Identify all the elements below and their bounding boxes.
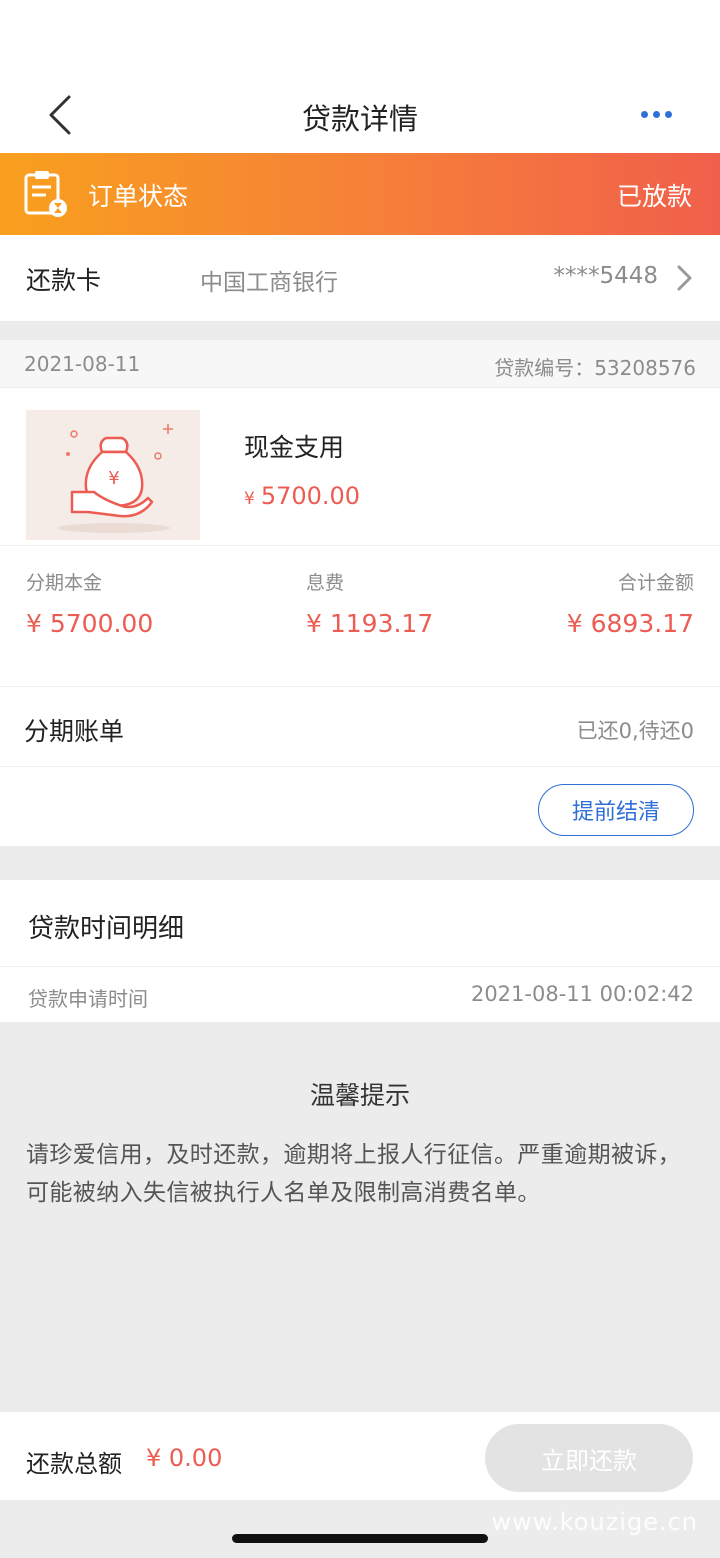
order-status-value: 已放款 [616, 182, 692, 211]
product-name: 现金支用 [244, 433, 345, 462]
watermark: www.kouzige.cn [491, 1508, 698, 1536]
divider [0, 766, 720, 767]
home-indicator[interactable] [232, 1534, 488, 1543]
repay-total-amount: ¥ 0.00 [146, 1444, 223, 1472]
apply-time-value: 2021-08-11 00:02:42 [470, 982, 694, 1006]
divider [0, 966, 720, 967]
total-value: ¥ 6893.17 [566, 609, 694, 638]
apply-time-label: 贷款申请时间 [28, 987, 148, 1011]
total-label: 合计金额 [617, 572, 694, 594]
loan-number: 贷款编号：53208576 [494, 356, 696, 380]
repay-now-button[interactable]: 立即还款 [485, 1424, 693, 1492]
fee-block: 息费 ¥ 1193.17 [306, 568, 433, 638]
order-status-label: 订单状态 [88, 182, 189, 211]
repay-total-label: 还款总额 [26, 1450, 122, 1478]
page-title: 贷款详情 [301, 102, 418, 136]
money-bag-icon: ¥ [26, 410, 200, 540]
total-block: 合计金额 ¥ 6893.17 [567, 568, 694, 638]
tip-title: 温馨提示 [309, 1081, 410, 1110]
bill-title: 分期账单 [24, 717, 125, 746]
order-status-bar: 订单状态 已放款 [0, 153, 720, 235]
principal-value: ¥ 5700.00 [26, 609, 154, 638]
loan-header: 2021-08-11 贷款编号：53208576 [0, 340, 720, 388]
bank-name: 中国工商银行 [200, 270, 338, 296]
bill-status: 已还0,待还0 [576, 719, 694, 743]
time-detail-title: 贷款时间明细 [28, 914, 185, 944]
time-detail-card: 贷款时间明细 贷款申请时间 2021-08-11 00:02:42 [0, 880, 720, 1022]
svg-text:¥: ¥ [108, 468, 119, 489]
divider [0, 545, 720, 546]
early-settle-button[interactable]: 提前结清 [538, 784, 694, 836]
more-icon[interactable] [636, 100, 676, 128]
fee-value: ¥ 1193.17 [306, 609, 434, 638]
principal-block: 分期本金 ¥ 5700.00 [26, 568, 153, 638]
order-clipboard-icon [22, 169, 68, 219]
footer-bar: 还款总额 ¥ 0.00 立即还款 [0, 1412, 720, 1500]
principal-label: 分期本金 [26, 572, 103, 594]
fee-label: 息费 [306, 572, 345, 594]
tip-text: 请珍爱信用，及时还款，逾期将上报人行征信。严重逾期被诉，可能被纳入失信被执行人名… [26, 1142, 682, 1206]
chevron-right-icon [672, 263, 696, 293]
repay-card-label: 还款卡 [26, 266, 102, 295]
product-amount: ¥5700.00 [244, 482, 361, 510]
divider [0, 686, 720, 687]
card-number: ****5448 [553, 263, 658, 289]
loan-card: 2021-08-11 贷款编号：53208576 ¥ 现金支用 ¥5700.00… [0, 340, 720, 846]
nav-bar: 贷款详情 [0, 0, 720, 153]
repay-card-row[interactable]: 还款卡 中国工商银行 ****5448 [0, 235, 720, 321]
loan-date: 2021-08-11 [24, 352, 141, 376]
